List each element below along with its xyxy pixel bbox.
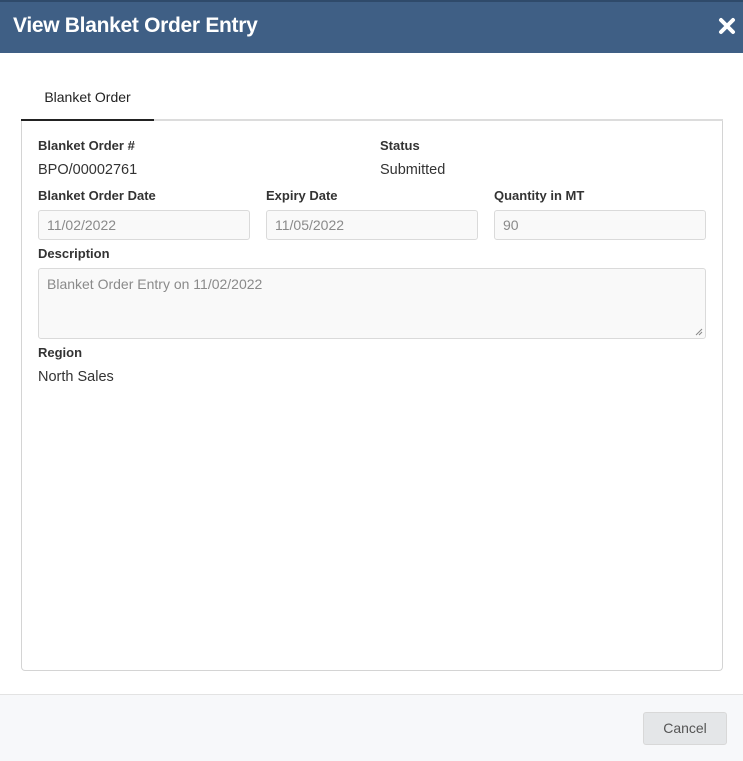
expiry-date-label: Expiry Date	[266, 188, 338, 203]
status-label: Status	[380, 138, 420, 153]
cancel-button[interactable]: Cancel	[643, 712, 727, 745]
view-blanket-order-dialog: View Blanket Order Entry Blanket Order B…	[0, 0, 743, 761]
region-value: North Sales	[38, 369, 114, 385]
description-field[interactable]: Blanket Order Entry on 11/02/2022	[38, 268, 706, 339]
status-value: Submitted	[380, 162, 446, 178]
quantity-label: Quantity in MT	[494, 188, 585, 203]
expiry-date-field[interactable]: 11/05/2022	[266, 210, 478, 240]
blanket-order-no-value: BPO/00002761	[38, 162, 138, 178]
close-icon[interactable]	[717, 16, 737, 36]
dialog-footer: Cancel	[0, 694, 743, 761]
description-label: Description	[38, 246, 110, 261]
resize-handle-icon[interactable]	[695, 328, 703, 336]
dialog-title: View Blanket Order Entry	[13, 14, 258, 37]
description-text: Blanket Order Entry on 11/02/2022	[47, 276, 263, 292]
blanket-order-date-field[interactable]: 11/02/2022	[38, 210, 250, 240]
blanket-order-no-label: Blanket Order #	[38, 138, 135, 153]
tab-bar: Blanket Order	[21, 80, 723, 121]
blanket-order-date-label: Blanket Order Date	[38, 188, 156, 203]
region-label: Region	[38, 345, 83, 360]
tab-panel: Blanket Order # BPO/00002761 Status Subm…	[21, 121, 723, 671]
dialog-header: View Blanket Order Entry	[0, 0, 743, 53]
tab-blanket-order[interactable]: Blanket Order	[21, 80, 154, 121]
quantity-field[interactable]: 90	[494, 210, 706, 240]
